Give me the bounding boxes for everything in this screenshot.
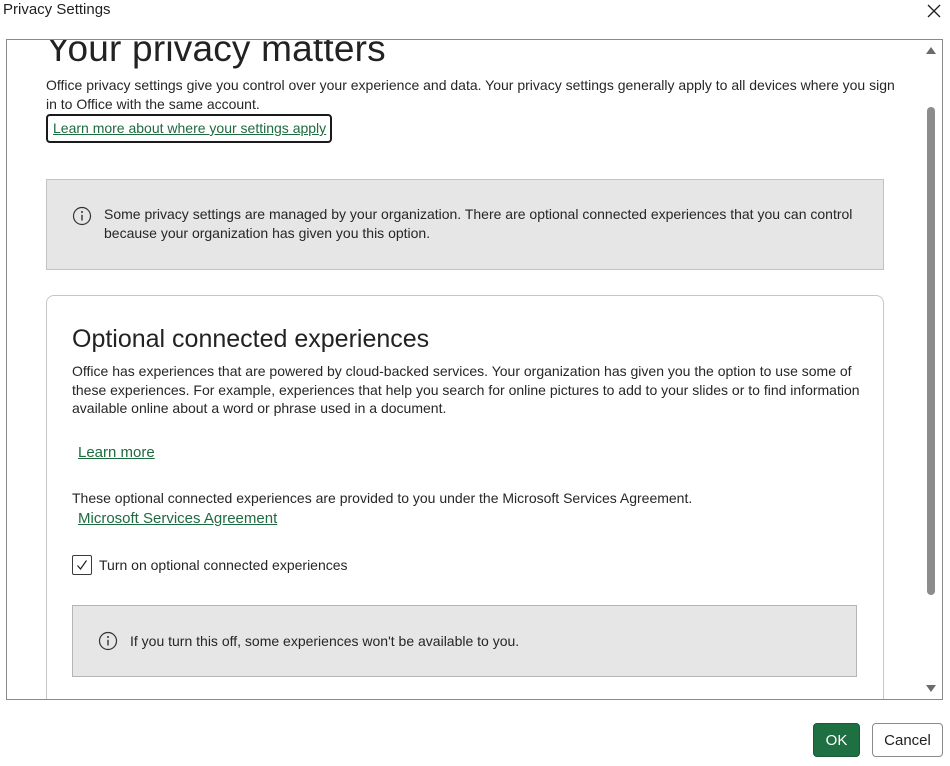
ok-button[interactable]: OK xyxy=(813,723,860,757)
scroll-up-arrow-icon[interactable] xyxy=(926,47,936,54)
page-heading: Your privacy matters xyxy=(46,40,386,69)
vertical-scrollbar[interactable] xyxy=(920,40,942,699)
optional-experiences-checkbox[interactable] xyxy=(72,555,92,575)
managed-settings-notice: Some privacy settings are managed by you… xyxy=(46,179,884,270)
scroll-down-arrow-icon[interactable] xyxy=(926,685,936,692)
warning-text: If you turn this off, some experiences w… xyxy=(130,633,520,649)
window-title: Privacy Settings xyxy=(3,1,111,18)
managed-notice-text: Some privacy settings are managed by you… xyxy=(104,206,853,241)
msa-text: These optional connected experiences are… xyxy=(72,490,693,506)
title-bar: Privacy Settings xyxy=(0,0,950,24)
info-icon xyxy=(72,206,92,226)
microsoft-services-agreement-link[interactable]: Microsoft Services Agreement xyxy=(78,510,277,527)
settings-content: Your privacy matters Office privacy sett… xyxy=(7,40,921,699)
checkmark-icon xyxy=(77,560,87,570)
optional-experiences-card: Optional connected experiences Office ha… xyxy=(46,295,884,699)
turn-off-warning-notice: If you turn this off, some experiences w… xyxy=(72,605,857,677)
checkbox-label: Turn on optional connected experiences xyxy=(99,557,348,573)
intro-text: Office privacy settings give you control… xyxy=(46,77,895,112)
card-title: Optional connected experiences xyxy=(72,325,430,353)
cancel-button[interactable]: Cancel xyxy=(872,723,943,757)
learn-more-link[interactable]: Learn more xyxy=(78,444,155,461)
learn-where-settings-apply-link[interactable]: Learn more about where your settings app… xyxy=(46,114,333,143)
scrollbar-thumb[interactable] xyxy=(927,107,935,595)
info-icon xyxy=(98,631,118,651)
close-icon xyxy=(927,4,941,18)
optional-experiences-toggle-row[interactable]: Turn on optional connected experiences xyxy=(72,555,348,575)
close-button[interactable] xyxy=(924,1,944,21)
settings-scroll-panel[interactable]: Your privacy matters Office privacy sett… xyxy=(6,39,943,700)
card-description: Office has experiences that are powered … xyxy=(72,363,860,416)
